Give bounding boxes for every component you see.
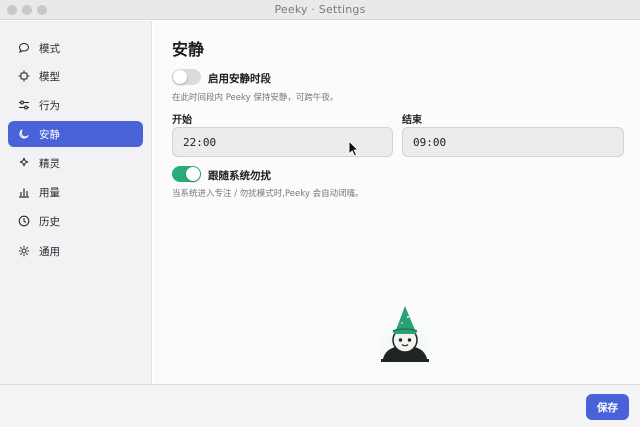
sidebar-item-general[interactable]: 通用 bbox=[8, 238, 143, 264]
quiet-hours-toggle[interactable] bbox=[172, 69, 201, 85]
end-time-label: 结束 bbox=[402, 115, 422, 126]
follow-system-dnd-label: 跟随系统勿扰 bbox=[208, 170, 271, 182]
sidebar-item-label: 模型 bbox=[39, 70, 60, 83]
sidebar-item-label: 行为 bbox=[39, 99, 60, 112]
wizard-mascot-icon bbox=[372, 306, 438, 372]
sidebar-item-quiet[interactable]: 安静 bbox=[8, 121, 143, 147]
quiet-hours-label: 启用安静时段 bbox=[208, 73, 271, 85]
chip-icon bbox=[17, 69, 31, 83]
title-bar: Peeky · Settings bbox=[0, 0, 640, 20]
sidebar-item-label: 安静 bbox=[39, 128, 60, 141]
sidebar-item-label: 历史 bbox=[39, 215, 60, 228]
toggle-knob bbox=[186, 167, 200, 181]
start-time-label: 开始 bbox=[172, 115, 192, 126]
sidebar: 模式 模型 行为 安静 精灵 用量 历史 通用 bbox=[0, 21, 152, 384]
sidebar-item-label: 通用 bbox=[39, 245, 60, 258]
sidebar-item-usage[interactable]: 用量 bbox=[8, 179, 143, 205]
mouse-cursor-icon bbox=[348, 140, 360, 157]
sidebar-item-history[interactable]: 历史 bbox=[8, 208, 143, 234]
end-time-input[interactable]: 09:00 bbox=[402, 127, 624, 157]
window-title: Peeky · Settings bbox=[274, 3, 366, 16]
follow-system-dnd-toggle[interactable] bbox=[172, 166, 201, 182]
sidebar-item-sprite[interactable]: 精灵 bbox=[8, 150, 143, 176]
sidebar-item-model[interactable]: 模型 bbox=[8, 63, 143, 89]
end-time-value: 09:00 bbox=[413, 135, 447, 149]
sliders-icon bbox=[17, 98, 31, 112]
page-title: 安静 bbox=[172, 40, 205, 59]
settings-panel: 安静 启用安静时段 在此时间段内 Peeky 保持安静，可跨午夜。 开始 22:… bbox=[153, 21, 640, 384]
sidebar-item-label: 模式 bbox=[39, 42, 60, 55]
moon-icon bbox=[17, 127, 31, 141]
sparkle-icon bbox=[17, 156, 31, 170]
sidebar-item-label: 精灵 bbox=[39, 157, 60, 170]
quiet-hours-help: 在此时间段内 Peeky 保持安静，可跨午夜。 bbox=[172, 93, 339, 103]
sidebar-item-behavior[interactable]: 行为 bbox=[8, 92, 143, 118]
follow-system-dnd-help: 当系统进入专注 / 勿扰模式时,Peeky 会自动闭嘴。 bbox=[172, 189, 364, 199]
chat-bubble-icon bbox=[17, 41, 31, 55]
sidebar-item-mode[interactable]: 模式 bbox=[8, 35, 143, 61]
toggle-knob bbox=[173, 70, 187, 84]
bar-chart-icon bbox=[17, 185, 31, 199]
footer-bar: 保存 bbox=[0, 384, 640, 427]
clock-icon bbox=[17, 214, 31, 228]
save-button[interactable]: 保存 bbox=[586, 394, 629, 420]
start-time-value: 22:00 bbox=[183, 135, 217, 149]
gear-icon bbox=[17, 244, 31, 258]
sidebar-item-label: 用量 bbox=[39, 186, 60, 199]
